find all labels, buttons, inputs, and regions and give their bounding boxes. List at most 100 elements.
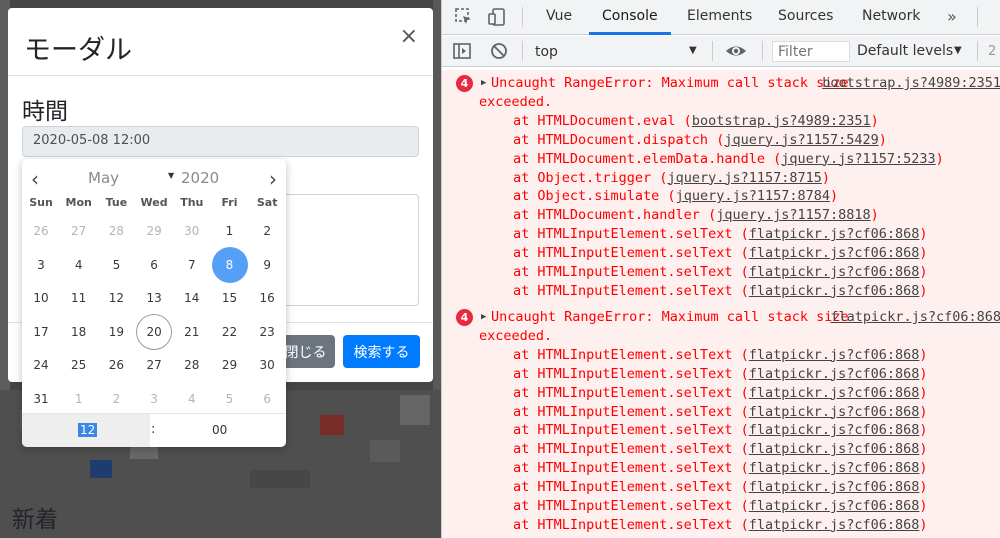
- tab-vue[interactable]: Vue: [546, 8, 572, 24]
- year-input[interactable]: 2020: [181, 169, 219, 187]
- stack-source-link[interactable]: jquery.js?1157:8715: [667, 170, 821, 186]
- stack-source-link[interactable]: jquery.js?1157:8818: [716, 207, 870, 223]
- calendar-day[interactable]: 15: [212, 280, 248, 316]
- calendar-day[interactable]: 5: [212, 381, 248, 417]
- stack-source-link[interactable]: flatpickr.js?cf06:868: [749, 460, 920, 476]
- calendar-day[interactable]: 30: [174, 213, 210, 249]
- hour-field[interactable]: 12: [22, 414, 150, 447]
- log-levels-select[interactable]: Default levels: [857, 43, 953, 59]
- calendar-day[interactable]: 29: [136, 213, 172, 249]
- stack-source-link[interactable]: flatpickr.js?cf06:868: [749, 245, 920, 261]
- calendar-day[interactable]: 12: [98, 280, 134, 316]
- calendar-day[interactable]: 26: [98, 347, 134, 383]
- eye-icon[interactable]: [725, 41, 746, 61]
- modal-header: モーダル ×: [8, 8, 433, 76]
- calendar-day[interactable]: 7: [174, 247, 210, 283]
- calendar-day[interactable]: 21: [174, 314, 210, 350]
- chevron-left-icon[interactable]: ‹: [31, 169, 39, 189]
- dropdown-arrow-icon[interactable]: ▼: [168, 171, 174, 180]
- calendar-day[interactable]: 27: [61, 213, 97, 249]
- error-source-link[interactable]: bootstrap.js?4989:2351: [822, 75, 1000, 91]
- dropdown-arrow-icon[interactable]: ▼: [689, 45, 697, 56]
- inspect-element-icon[interactable]: [454, 7, 474, 27]
- calendar-day[interactable]: 3: [23, 247, 59, 283]
- error-message: Uncaught RangeError: Maximum call stack …: [491, 309, 849, 325]
- calendar-day[interactable]: 14: [174, 280, 210, 316]
- stack-source-link[interactable]: flatpickr.js?cf06:868: [749, 264, 920, 280]
- stack-paren: ): [919, 422, 928, 439]
- calendar-day[interactable]: 3: [136, 381, 172, 417]
- stack-source-link[interactable]: flatpickr.js?cf06:868: [749, 422, 920, 438]
- stack-source-link[interactable]: flatpickr.js?cf06:868: [749, 441, 920, 457]
- tab-network[interactable]: Network: [862, 8, 920, 24]
- calendar-day[interactable]: 6: [136, 247, 172, 283]
- calendar-day[interactable]: 17: [23, 314, 59, 350]
- sidebar-toggle-icon[interactable]: [452, 41, 472, 61]
- calendar-day[interactable]: 18: [61, 314, 97, 350]
- minute-field[interactable]: 00: [212, 423, 227, 437]
- clear-console-icon[interactable]: [489, 41, 509, 61]
- tab-elements[interactable]: Elements: [687, 8, 752, 24]
- calendar-day[interactable]: 22: [212, 314, 248, 350]
- stack-source-link[interactable]: flatpickr.js?cf06:868: [749, 385, 920, 401]
- context-select[interactable]: top: [535, 44, 558, 60]
- calendar-day[interactable]: 23: [249, 314, 285, 350]
- expand-triangle-icon[interactable]: ▶: [481, 312, 486, 322]
- calendar-day[interactable]: 6: [249, 381, 285, 417]
- dropdown-arrow-icon[interactable]: ▼: [954, 45, 962, 56]
- calendar-day[interactable]: 13: [136, 280, 172, 316]
- stack-source-link[interactable]: flatpickr.js?cf06:868: [749, 366, 920, 382]
- month-select[interactable]: May: [88, 169, 119, 187]
- stack-source-link[interactable]: flatpickr.js?cf06:868: [749, 498, 920, 514]
- stack-source-link[interactable]: flatpickr.js?cf06:868: [749, 517, 920, 533]
- calendar-day[interactable]: 1: [61, 381, 97, 417]
- calendar-day[interactable]: 26: [23, 213, 59, 249]
- stack-source-link[interactable]: bootstrap.js?4989:2351: [692, 113, 871, 129]
- expand-triangle-icon[interactable]: ▶: [481, 78, 486, 88]
- calendar-day[interactable]: 4: [174, 381, 210, 417]
- error-source-link[interactable]: flatpickr.js?cf06:868: [830, 309, 1000, 325]
- calendar-day[interactable]: 19: [98, 314, 134, 350]
- calendar-day[interactable]: 9: [249, 247, 285, 283]
- stack-source-link[interactable]: flatpickr.js?cf06:868: [749, 347, 920, 363]
- calendar-day[interactable]: 2: [249, 213, 285, 249]
- search-button[interactable]: 検索する: [343, 335, 420, 368]
- stack-source-link[interactable]: flatpickr.js?cf06:868: [749, 404, 920, 420]
- device-toolbar-icon[interactable]: [487, 7, 507, 27]
- error-message: Uncaught RangeError: Maximum call stack …: [491, 75, 849, 91]
- console-error-entry[interactable]: 4 ▶ Uncaught RangeError: Maximum call stac…: [442, 70, 1000, 307]
- stack-source-link[interactable]: flatpickr.js?cf06:868: [749, 479, 920, 495]
- calendar-day[interactable]: 27: [136, 347, 172, 383]
- calendar-day[interactable]: 29: [212, 347, 248, 383]
- calendar-day[interactable]: 4: [61, 247, 97, 283]
- calendar-day[interactable]: 5: [98, 247, 134, 283]
- filter-input[interactable]: [772, 41, 850, 62]
- calendar-day[interactable]: 28: [98, 213, 134, 249]
- calendar-day[interactable]: 25: [61, 347, 97, 383]
- tab-console[interactable]: Console: [602, 8, 658, 24]
- calendar-day[interactable]: 10: [23, 280, 59, 316]
- stack-source-link[interactable]: flatpickr.js?cf06:868: [749, 283, 920, 299]
- console-error-entry[interactable]: 4 ▶ Uncaught RangeError: Maximum call stac…: [442, 304, 1000, 538]
- close-icon[interactable]: ×: [400, 26, 418, 48]
- hour-value[interactable]: 12: [78, 423, 98, 437]
- tab-sources[interactable]: Sources: [778, 8, 833, 24]
- stack-source-link[interactable]: jquery.js?1157:5233: [781, 151, 935, 167]
- calendar-day[interactable]: 20: [136, 313, 173, 350]
- calendar-day[interactable]: 30: [249, 347, 285, 383]
- calendar-day[interactable]: 28: [174, 347, 210, 383]
- more-tabs-icon[interactable]: »: [947, 7, 957, 26]
- calendar-day[interactable]: 2: [98, 381, 134, 417]
- calendar-day[interactable]: 8: [211, 246, 248, 283]
- stack-source-link[interactable]: flatpickr.js?cf06:868: [749, 226, 920, 242]
- stack-source-link[interactable]: jquery.js?1157:8784: [676, 188, 830, 204]
- datetime-input[interactable]: 2020-05-08 12:00: [22, 126, 419, 157]
- calendar-day[interactable]: 31: [23, 381, 59, 417]
- calendar-day[interactable]: 1: [212, 213, 248, 249]
- chevron-right-icon[interactable]: ›: [269, 169, 277, 189]
- stack-source-link[interactable]: jquery.js?1157:5429: [724, 132, 878, 148]
- stack-paren: ): [919, 403, 928, 420]
- calendar-day[interactable]: 24: [23, 347, 59, 383]
- calendar-day[interactable]: 11: [61, 280, 97, 316]
- calendar-day[interactable]: 16: [249, 280, 285, 316]
